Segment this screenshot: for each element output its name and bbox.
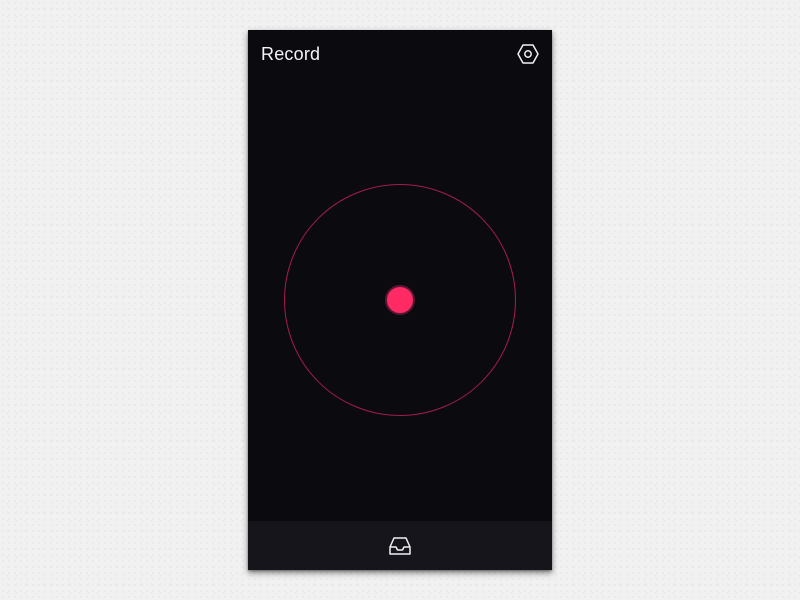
phone-screen: Record xyxy=(248,30,552,570)
record-button[interactable] xyxy=(385,285,415,315)
settings-icon xyxy=(517,44,539,64)
settings-button[interactable] xyxy=(516,42,540,66)
page-title: Record xyxy=(261,44,321,64)
bottom-bar xyxy=(248,521,552,570)
inbox-icon xyxy=(389,537,411,555)
record-area xyxy=(284,184,516,416)
app-header: Record xyxy=(248,30,552,78)
inbox-button[interactable] xyxy=(388,534,412,558)
